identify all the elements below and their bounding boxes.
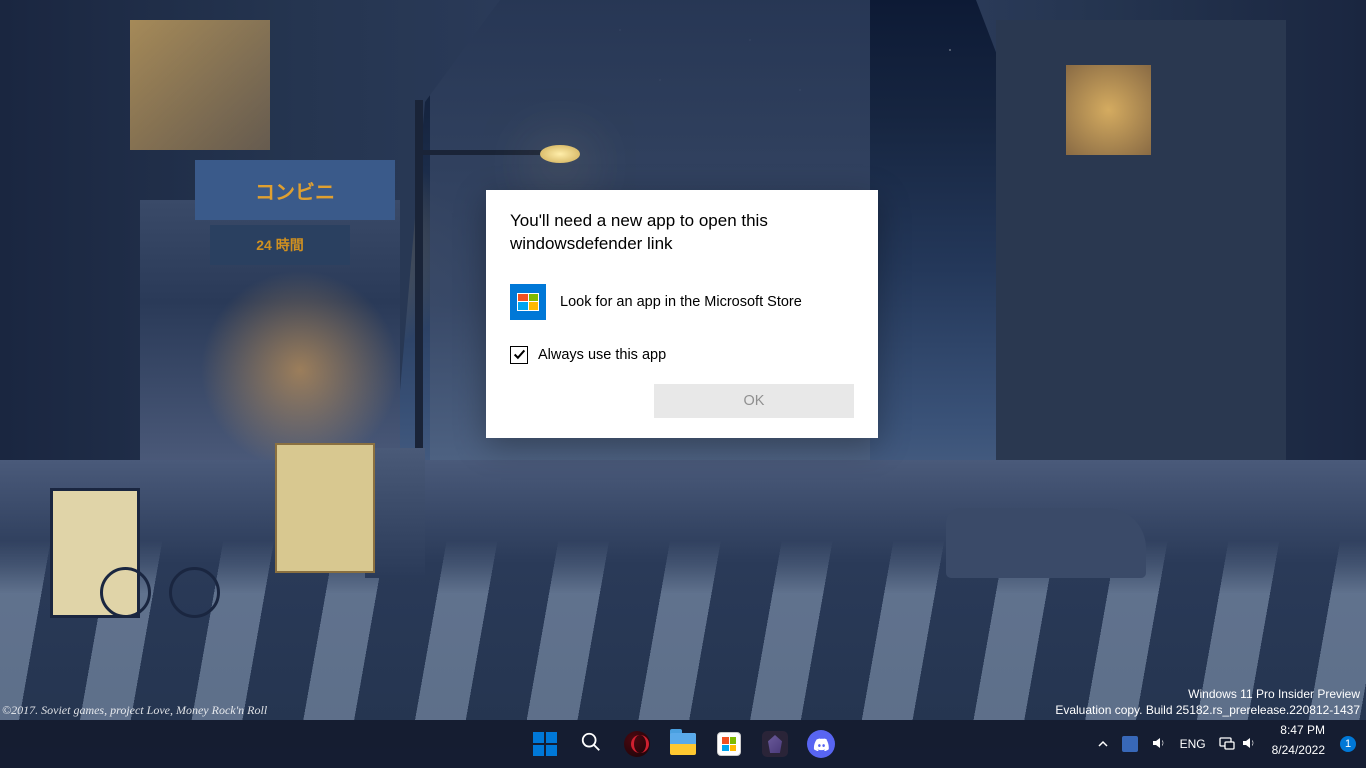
clock-time: 8:47 PM (1280, 724, 1325, 738)
ms-store-icon (510, 284, 546, 320)
shop-sign-convenience: コンビニ (195, 160, 395, 220)
app-picker-dialog: You'll need a new app to open this windo… (486, 190, 878, 438)
search-icon (580, 731, 602, 758)
tray-network-sound[interactable] (1213, 724, 1263, 764)
taskbar-app-ms-store[interactable] (709, 724, 749, 764)
clock-date: 8/24/2022 (1272, 744, 1325, 758)
file-explorer-icon (670, 733, 696, 755)
tray-volume-1[interactable] (1145, 724, 1173, 764)
ms-store-label: Look for an app in the Microsoft Store (560, 294, 802, 310)
search-button[interactable] (571, 724, 611, 764)
shop-light-glow (200, 270, 400, 470)
always-use-label: Always use this app (538, 347, 666, 363)
tray-clock[interactable]: 8:47 PM 8/24/2022 (1264, 724, 1333, 764)
windows-watermark: Windows 11 Pro Insider Preview Evaluatio… (1055, 686, 1360, 718)
bicycle (100, 538, 220, 618)
tray-background-app[interactable] (1116, 724, 1144, 764)
shop-sign-24h: 24 時間 (210, 225, 350, 265)
tray-app-icon (1122, 736, 1138, 752)
dialog-title: You'll need a new app to open this windo… (510, 210, 854, 256)
taskbar: ENG 8:47 PM 8/24/2022 1 (0, 720, 1366, 768)
wallpaper-credit: ©2017. Soviet games, project Love, Money… (2, 703, 267, 718)
poster-ad (275, 443, 375, 573)
notification-badge[interactable]: 1 (1340, 736, 1356, 752)
taskbar-app-discord[interactable] (801, 724, 841, 764)
watermark-line2: Evaluation copy. Build 25182.rs_prerelea… (1055, 702, 1360, 718)
ok-button[interactable]: OK (654, 384, 854, 418)
obsidian-icon (762, 731, 788, 757)
language-label: ENG (1180, 737, 1206, 751)
right-window-glow (1066, 65, 1151, 155)
always-use-checkbox[interactable] (510, 346, 528, 364)
tray-overflow-button[interactable] (1091, 724, 1115, 764)
streetlight-arm (418, 150, 548, 155)
system-tray: ENG 8:47 PM 8/24/2022 1 (1091, 720, 1362, 768)
tray-language[interactable]: ENG (1174, 724, 1212, 764)
start-button[interactable] (525, 724, 565, 764)
parked-car (946, 508, 1146, 578)
speaker-icon (1151, 735, 1167, 754)
ms-store-taskbar-icon (717, 732, 741, 756)
taskbar-app-file-explorer[interactable] (663, 724, 703, 764)
always-use-checkbox-row[interactable]: Always use this app (510, 346, 854, 364)
taskbar-app-obsidian[interactable] (755, 724, 795, 764)
discord-icon (807, 730, 835, 758)
shop-window-glow (130, 20, 270, 150)
watermark-line1: Windows 11 Pro Insider Preview (1055, 686, 1360, 702)
ms-store-option[interactable]: Look for an app in the Microsoft Store (510, 284, 854, 320)
network-icon (1219, 735, 1235, 754)
windows-icon (533, 732, 557, 756)
opera-icon (624, 731, 650, 757)
streetlight-lamp (540, 145, 580, 163)
taskbar-center (525, 724, 841, 764)
speaker-icon-2 (1241, 735, 1257, 754)
taskbar-app-opera[interactable] (617, 724, 657, 764)
